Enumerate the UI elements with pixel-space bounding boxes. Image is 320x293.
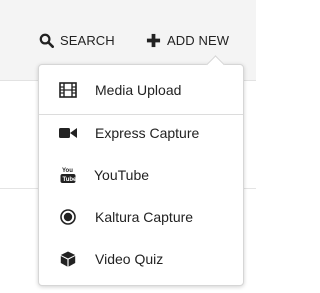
content-divider-right <box>244 188 256 189</box>
search-button[interactable]: SEARCH <box>38 28 115 52</box>
add-new-button[interactable]: ADD NEW <box>145 28 229 52</box>
add-new-dropdown-menu: Media Upload Express Capture You Tube Yo… <box>38 55 244 286</box>
menu-item-kaltura-capture[interactable]: Kaltura Capture <box>39 200 243 234</box>
video-camera-icon <box>59 124 77 142</box>
menu-item-label: Express Capture <box>95 125 200 141</box>
menu-item-label: YouTube <box>94 167 150 183</box>
menu-item-label: Video Quiz <box>95 251 164 267</box>
plus-icon <box>145 32 161 48</box>
menu-item-media-upload[interactable]: Media Upload <box>39 73 243 107</box>
menu-item-label: Kaltura Capture <box>95 209 194 225</box>
menu-item-youtube[interactable]: You Tube YouTube <box>39 158 243 192</box>
menu-item-label: Media Upload <box>95 82 182 98</box>
svg-text:You: You <box>62 168 73 174</box>
menu-divider <box>39 114 243 115</box>
add-new-button-label: ADD NEW <box>167 32 230 48</box>
record-icon <box>59 208 77 226</box>
menu-item-express-capture[interactable]: Express Capture <box>39 116 243 150</box>
page: SEARCH ADD NEW Media Upload Express Capt… <box>0 0 256 293</box>
search-icon <box>38 32 54 48</box>
search-button-label: SEARCH <box>60 32 115 48</box>
content-divider <box>0 188 40 189</box>
youtube-icon: You Tube <box>59 166 77 184</box>
svg-text:Tube: Tube <box>63 177 77 183</box>
film-icon <box>59 81 77 99</box>
menu-item-video-quiz[interactable]: Video Quiz <box>39 242 243 276</box>
cube-icon <box>59 250 77 268</box>
